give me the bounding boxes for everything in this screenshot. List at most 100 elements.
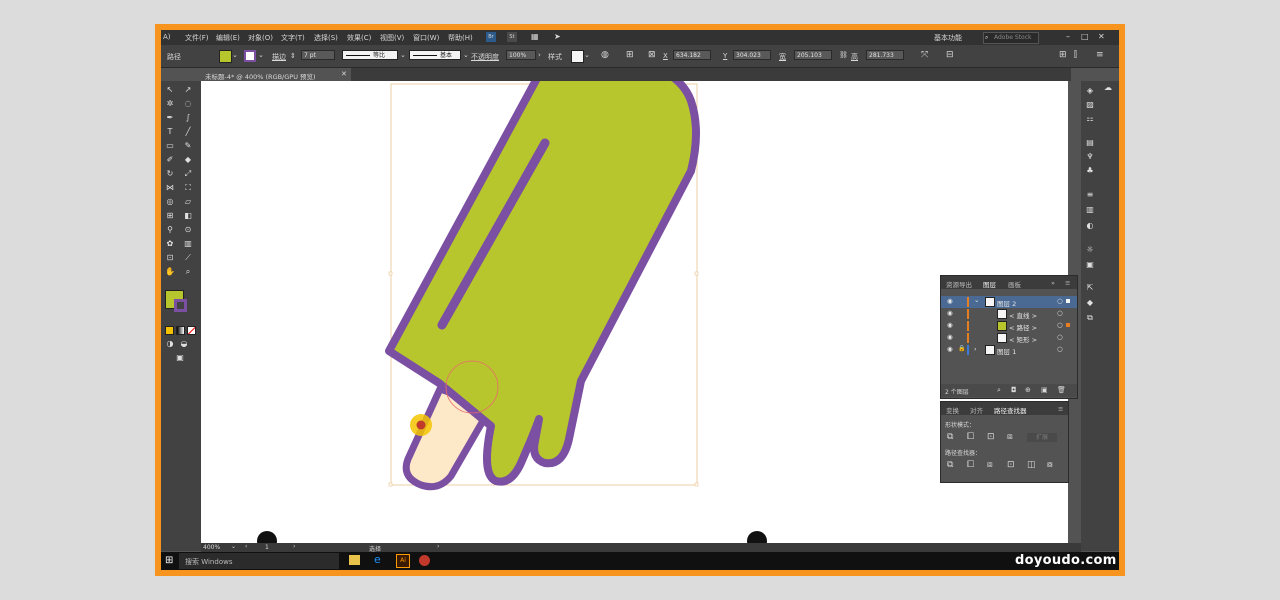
type-tool-icon[interactable]: T: [165, 127, 175, 137]
target-circle-icon[interactable]: ○: [1057, 345, 1063, 353]
draw-mode-icon[interactable]: ◑: [165, 339, 175, 349]
exclude-icon[interactable]: ⧈: [1007, 432, 1013, 442]
variable-width-profile[interactable]: 等比: [342, 50, 398, 60]
arrange-icon[interactable]: ⊞: [1059, 50, 1067, 60]
layers-icon[interactable]: ◆: [1084, 298, 1096, 308]
blend-tool-icon[interactable]: ⊙: [183, 225, 193, 235]
intersect-icon[interactable]: ⊡: [987, 432, 995, 442]
height-field[interactable]: 281.733: [866, 50, 904, 60]
target-circle-icon[interactable]: ○: [1057, 321, 1063, 329]
trim-icon[interactable]: ⧠: [967, 460, 974, 470]
expand-button[interactable]: 扩展: [1027, 433, 1057, 442]
slice-tool-icon[interactable]: ⟋: [183, 253, 193, 263]
visibility-eye-icon[interactable]: ◉: [947, 321, 953, 329]
chevron-down-icon[interactable]: ⌄: [258, 51, 264, 59]
stepper-icon[interactable]: ⇕: [290, 52, 296, 60]
menu-item-type[interactable]: 文字(T): [281, 33, 305, 43]
lasso-tool-icon[interactable]: ◌: [183, 99, 193, 109]
color-mode-button[interactable]: [165, 326, 174, 335]
lock-icon[interactable]: 🔒: [958, 345, 965, 352]
y-label[interactable]: Y: [723, 52, 727, 60]
visibility-eye-icon[interactable]: ◉: [947, 297, 953, 305]
file-explorer-icon[interactable]: [349, 555, 360, 565]
gradient-mode-button[interactable]: [176, 326, 185, 335]
symbol-sprayer-tool-icon[interactable]: ✿: [165, 239, 175, 249]
appearance-icon[interactable]: ☼: [1084, 245, 1096, 255]
height-label[interactable]: 高: [851, 52, 858, 62]
bounding-handle[interactable]: [694, 482, 699, 487]
isolate-icon[interactable]: ⤧: [921, 50, 928, 60]
visibility-eye-icon[interactable]: ◉: [947, 309, 953, 317]
new-layer-icon[interactable]: ▣: [1041, 386, 1048, 394]
menu-item-effect[interactable]: 效果(C): [347, 33, 371, 43]
visibility-eye-icon[interactable]: ◉: [947, 345, 953, 353]
none-mode-button[interactable]: [187, 326, 196, 335]
menu-item-view[interactable]: 视图(V): [380, 33, 404, 43]
bounding-handle[interactable]: [388, 482, 393, 487]
document-tab[interactable]: 未标题-4* @ 400% (RGB/GPU 预览) ✕: [201, 68, 351, 81]
merge-icon[interactable]: ⧈: [987, 460, 993, 470]
transform-icon[interactable]: ⊠: [648, 50, 656, 60]
shape-builder-tool-icon[interactable]: ◎: [165, 197, 175, 207]
status-menu-icon[interactable]: ›: [437, 543, 439, 550]
link-icon[interactable]: ⛓: [839, 51, 848, 59]
column-graph-tool-icon[interactable]: ▥: [183, 239, 193, 249]
make-clipping-mask-icon[interactable]: ◘: [1011, 386, 1017, 394]
transparency-icon[interactable]: ◐: [1084, 221, 1096, 231]
align-icon[interactable]: ⊞: [626, 50, 634, 60]
panel-menu-icon[interactable]: ≡: [1058, 405, 1063, 413]
visibility-eye-icon[interactable]: ◉: [947, 333, 953, 341]
mesh-tool-icon[interactable]: ⊞: [165, 211, 175, 221]
maximize-icon[interactable]: □: [1081, 32, 1089, 41]
selection-tool-icon[interactable]: ↖: [165, 85, 175, 95]
divide-icon[interactable]: ⧉: [947, 460, 953, 470]
menu-item-file[interactable]: 文件(F): [185, 33, 209, 43]
brushes-icon[interactable]: ♆: [1084, 152, 1096, 162]
panel-menu-icon[interactable]: ≡: [1065, 279, 1070, 287]
eyedropper-tool-icon[interactable]: ⚲: [165, 225, 175, 235]
tab-pathfinder[interactable]: 路径查找器: [994, 405, 1027, 415]
swatches-icon[interactable]: ▤: [1084, 138, 1096, 148]
artboard-canvas[interactable]: [201, 53, 1068, 551]
illustrator-app-icon[interactable]: Ai: [396, 554, 410, 568]
y-field[interactable]: 304.023: [733, 50, 771, 60]
taskbar-search-box[interactable]: 搜索 Windows: [179, 553, 339, 569]
curvature-tool-icon[interactable]: ∫: [183, 113, 193, 123]
recolor-icon[interactable]: ◍: [601, 50, 609, 60]
stroke-swatch[interactable]: [244, 50, 256, 62]
tab-align[interactable]: 对齐: [970, 405, 983, 415]
graphic-styles-icon[interactable]: ▣: [1084, 260, 1096, 270]
x-label[interactable]: X: [663, 52, 668, 60]
stock-search-field[interactable]: ⌕ Adobe Stock: [983, 32, 1039, 44]
screen-mode-icon[interactable]: ▣: [175, 353, 185, 363]
chevron-right-icon[interactable]: ›: [538, 51, 541, 59]
paintbrush-tool-icon[interactable]: ✎: [183, 141, 193, 151]
tab-asset-export[interactable]: 资源导出: [946, 279, 972, 289]
stock-badge[interactable]: St: [507, 32, 517, 42]
tab-layers[interactable]: 图层: [983, 279, 996, 289]
menu-item-window[interactable]: 窗口(W): [413, 33, 439, 43]
chevron-down-icon[interactable]: ⌄: [584, 51, 590, 59]
free-transform-tool-icon[interactable]: ⛶: [183, 183, 193, 193]
expand-chevron-icon[interactable]: ⌄: [974, 296, 979, 304]
opacity-field[interactable]: 100%: [506, 50, 536, 60]
close-icon[interactable]: ✕: [1098, 32, 1105, 41]
chevron-down-icon[interactable]: ⌄: [463, 51, 469, 59]
grid-icon[interactable]: ▦: [531, 32, 539, 41]
menu-item-edit[interactable]: 编辑(E): [216, 33, 240, 43]
chevron-down-icon[interactable]: ⌄: [400, 51, 406, 59]
layer-row[interactable]: ◉ ⌄ 图层 2 ○: [941, 296, 1077, 308]
zoom-tool-icon[interactable]: ⌕: [183, 267, 193, 277]
align-panel-icon[interactable]: ⫿: [1074, 50, 1077, 60]
scroll-knob-left[interactable]: [257, 531, 277, 551]
minimize-icon[interactable]: –: [1066, 32, 1070, 41]
symbols-icon[interactable]: ♣: [1084, 166, 1096, 176]
direct-selection-tool-icon[interactable]: ↗: [183, 85, 193, 95]
grid-snap-icon[interactable]: ⊟: [946, 50, 954, 60]
rotate-tool-icon[interactable]: ↻: [165, 169, 175, 179]
bridge-badge[interactable]: Br: [486, 32, 496, 42]
width-tool-icon[interactable]: ⋈: [165, 183, 175, 193]
scroll-knob-right[interactable]: [747, 531, 767, 551]
fill-swatch[interactable]: [219, 50, 232, 63]
chevron-down-icon[interactable]: ⌄: [232, 51, 238, 59]
